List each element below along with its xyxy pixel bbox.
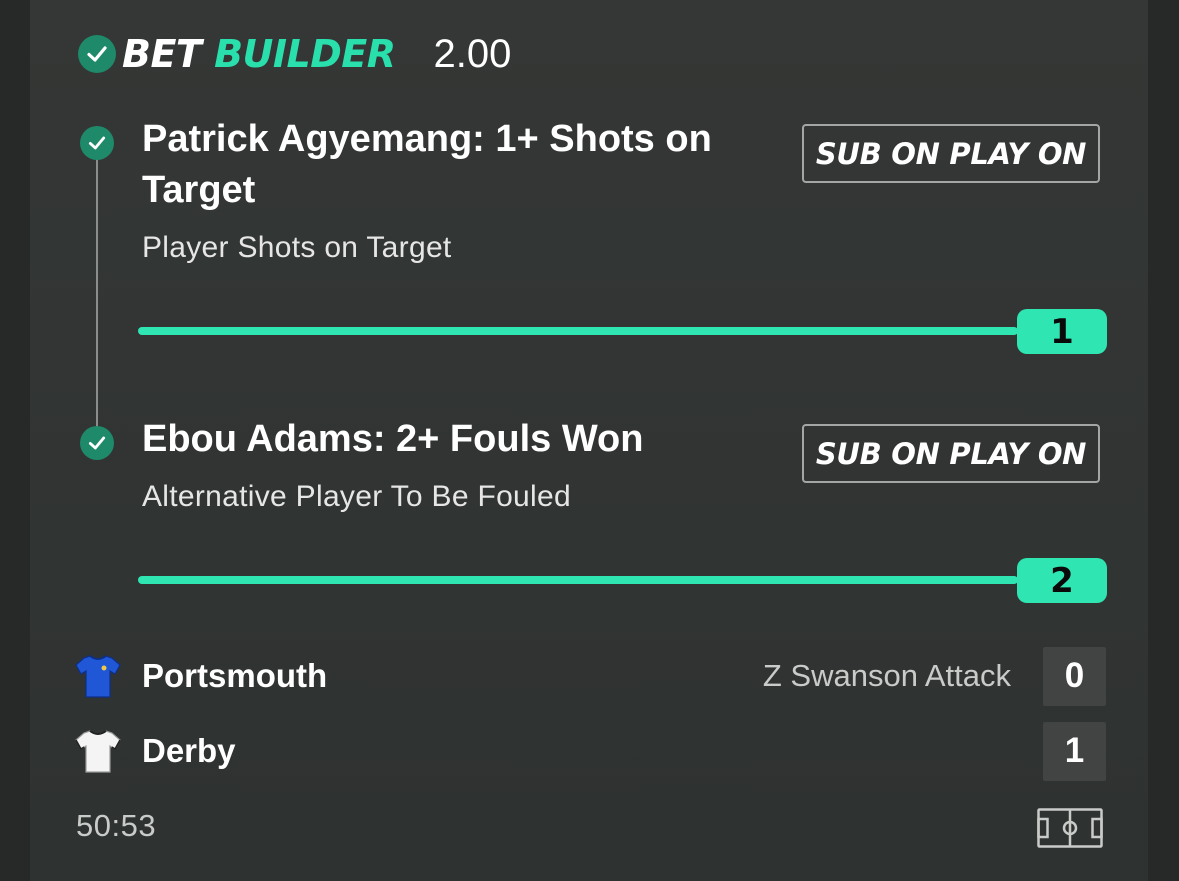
progress-badge: 2 [1017, 558, 1107, 603]
check-circle-icon [80, 126, 114, 160]
title-builder: BUILDER [214, 32, 396, 76]
team-name: Derby [142, 732, 236, 769]
team-info: Z Swanson Attack [762, 658, 1011, 693]
bet-builder-header: BET BUILDER 2.00 [78, 30, 511, 78]
progress-badge: 1 [1017, 309, 1107, 354]
selection-timeline [96, 150, 98, 440]
selection-market: Alternative Player To Be Fouled [142, 480, 571, 513]
title-bet: BET [122, 32, 202, 76]
check-circle-icon [80, 426, 114, 460]
selection-title: Patrick Agyemang: 1+ Shots on Target [142, 118, 712, 211]
sub-on-play-on-button[interactable]: SUB ON PLAY ON [802, 124, 1100, 183]
selection-title: Ebou Adams: 2+ Fouls Won [142, 418, 644, 460]
bet-builder-title: BET BUILDER [122, 32, 396, 76]
match-clock: 50:53 [76, 808, 157, 843]
team-row-away: Derby 1 [74, 721, 1106, 781]
right-gutter [1148, 0, 1179, 881]
progress-fill [138, 576, 1018, 584]
score-box: 1 [1043, 721, 1106, 781]
selection-market: Player Shots on Target [142, 231, 452, 264]
check-circle-icon [78, 35, 116, 73]
pitch-icon[interactable] [1037, 808, 1103, 848]
total-odds: 2.00 [433, 31, 512, 76]
progress-bar [138, 327, 1018, 335]
score-box: 0 [1043, 646, 1106, 706]
progress-bar [138, 576, 1018, 584]
team-row-home: Portsmouth Z Swanson Attack 0 [74, 646, 1106, 706]
left-gutter [0, 0, 30, 881]
white-shirt-icon [75, 730, 121, 773]
team-name: Portsmouth [142, 657, 328, 694]
progress-fill [138, 327, 1018, 335]
sub-on-play-on-button[interactable]: SUB ON PLAY ON [802, 424, 1100, 483]
blue-shirt-icon [75, 655, 121, 698]
